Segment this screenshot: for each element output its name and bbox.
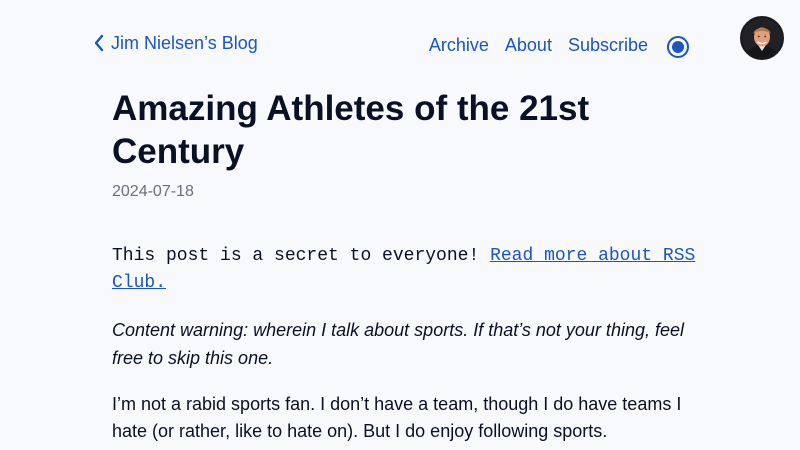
page-title: Amazing Athletes of the 21st Century: [112, 89, 590, 171]
theme-toggle-icon[interactable]: [667, 36, 689, 58]
content-warning: Content warning: wherein I talk about sp…: [112, 320, 684, 368]
nav-archive[interactable]: Archive: [429, 34, 489, 56]
main-nav: Archive About Subscribe: [413, 32, 689, 58]
chevron-left-icon: [94, 34, 104, 52]
nav-subscribe[interactable]: Subscribe: [568, 34, 648, 56]
rss-club-notice: This post is a secret to everyone! Read …: [112, 243, 702, 297]
post-date: 2024-07-18: [112, 183, 194, 200]
intro-paragraph: I’m not a rabid sports fan. I don’t have…: [112, 394, 682, 441]
avatar-photo: [742, 18, 782, 58]
secret-text: This post is a secret to everyone!: [112, 246, 491, 266]
avatar[interactable]: [740, 16, 784, 60]
back-link-label: Jim Nielsen’s Blog: [111, 33, 258, 53]
nav-about[interactable]: About: [505, 34, 552, 56]
back-to-blog-link[interactable]: Jim Nielsen’s Blog: [93, 32, 258, 54]
